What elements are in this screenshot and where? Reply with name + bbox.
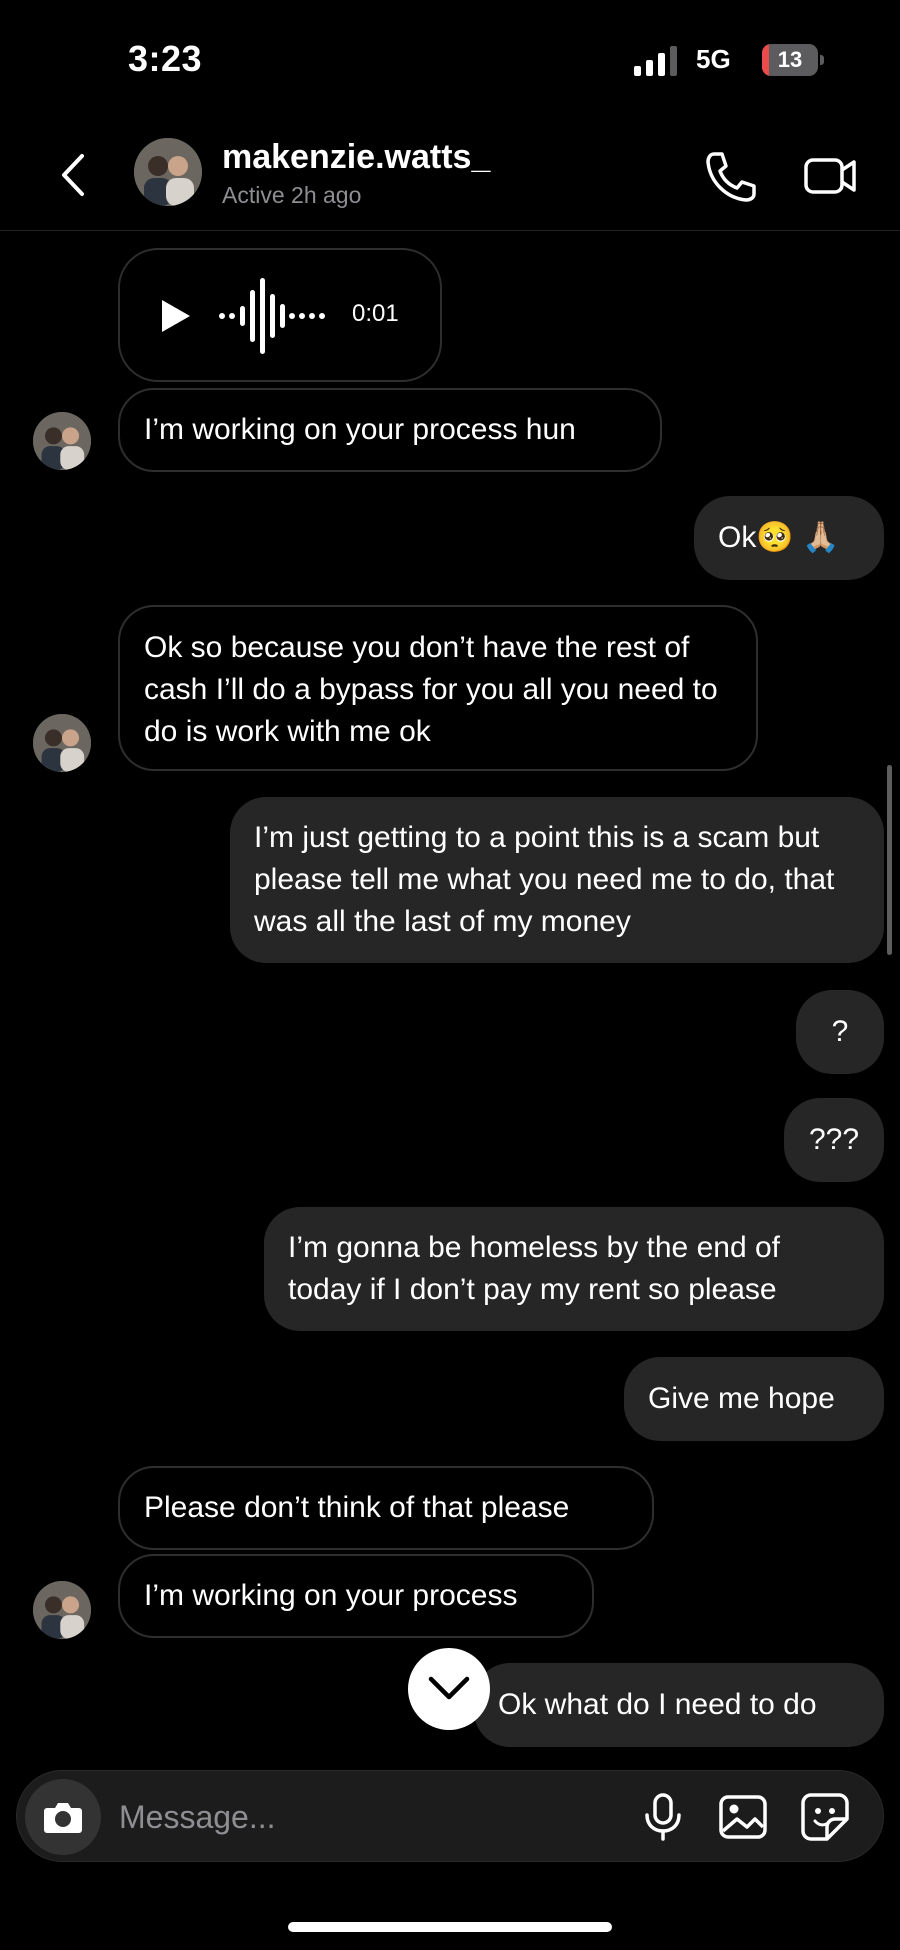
scroll-to-bottom-button[interactable] xyxy=(408,1648,490,1730)
phone-call-icon[interactable] xyxy=(700,148,760,204)
avatar-photo-icon xyxy=(33,714,91,772)
message-composer xyxy=(16,1770,884,1862)
sender-avatar[interactable] xyxy=(33,714,91,772)
scrollbar[interactable] xyxy=(887,765,892,955)
battery-icon: 13 xyxy=(762,44,824,76)
network-type: 5G xyxy=(696,44,731,74)
avatar-photo-icon xyxy=(134,138,202,206)
signal-strength-icon xyxy=(634,46,677,76)
back-arrow-icon[interactable] xyxy=(50,150,100,200)
camera-button[interactable] xyxy=(25,1779,101,1855)
message-received[interactable]: I’m working on your process hun xyxy=(118,388,662,472)
message-sent[interactable]: Ok🥺 🙏🏼 xyxy=(694,496,884,580)
message-received[interactable]: Please don’t think of that please xyxy=(118,1466,654,1550)
sticker-icon[interactable] xyxy=(799,1791,851,1843)
home-indicator xyxy=(288,1922,612,1932)
play-icon[interactable] xyxy=(154,296,194,336)
message-sent[interactable]: Give me hope xyxy=(624,1357,884,1441)
voice-message-bubble[interactable]: 0:01 xyxy=(118,248,442,382)
avatar-photo-icon xyxy=(33,412,91,470)
message-sent[interactable]: I’m gonna be homeless by the end of toda… xyxy=(264,1207,884,1331)
video-call-icon[interactable] xyxy=(800,148,860,204)
contact-activity-status: Active 2h ago xyxy=(222,182,362,208)
avatar-photo-icon xyxy=(33,1581,91,1639)
message-input[interactable] xyxy=(117,1791,621,1843)
camera-icon xyxy=(44,1803,82,1833)
sender-avatar[interactable] xyxy=(33,412,91,470)
message-sent[interactable]: Ok what do I need to do xyxy=(474,1663,884,1747)
message-received[interactable]: I’m working on your process xyxy=(118,1554,594,1638)
voice-message-duration: 0:01 xyxy=(352,300,399,327)
audio-waveform-icon xyxy=(219,278,325,354)
sender-avatar[interactable] xyxy=(33,1581,91,1639)
message-received[interactable]: Ok so because you don’t have the rest of… xyxy=(118,605,758,771)
gallery-icon[interactable] xyxy=(717,1791,769,1843)
microphone-icon[interactable] xyxy=(637,1791,689,1843)
message-sent[interactable]: ? xyxy=(796,990,884,1074)
contact-name[interactable]: makenzie.watts_ xyxy=(222,138,490,177)
battery-level: 13 xyxy=(777,47,803,72)
message-sent[interactable]: I’m just getting to a point this is a sc… xyxy=(230,797,884,963)
chevron-down-icon xyxy=(428,1676,470,1700)
message-sent[interactable]: ??? xyxy=(784,1098,884,1182)
chat-header: makenzie.watts_ Active 2h ago xyxy=(0,120,900,231)
contact-avatar[interactable] xyxy=(134,138,202,206)
status-time: 3:23 xyxy=(128,38,203,79)
